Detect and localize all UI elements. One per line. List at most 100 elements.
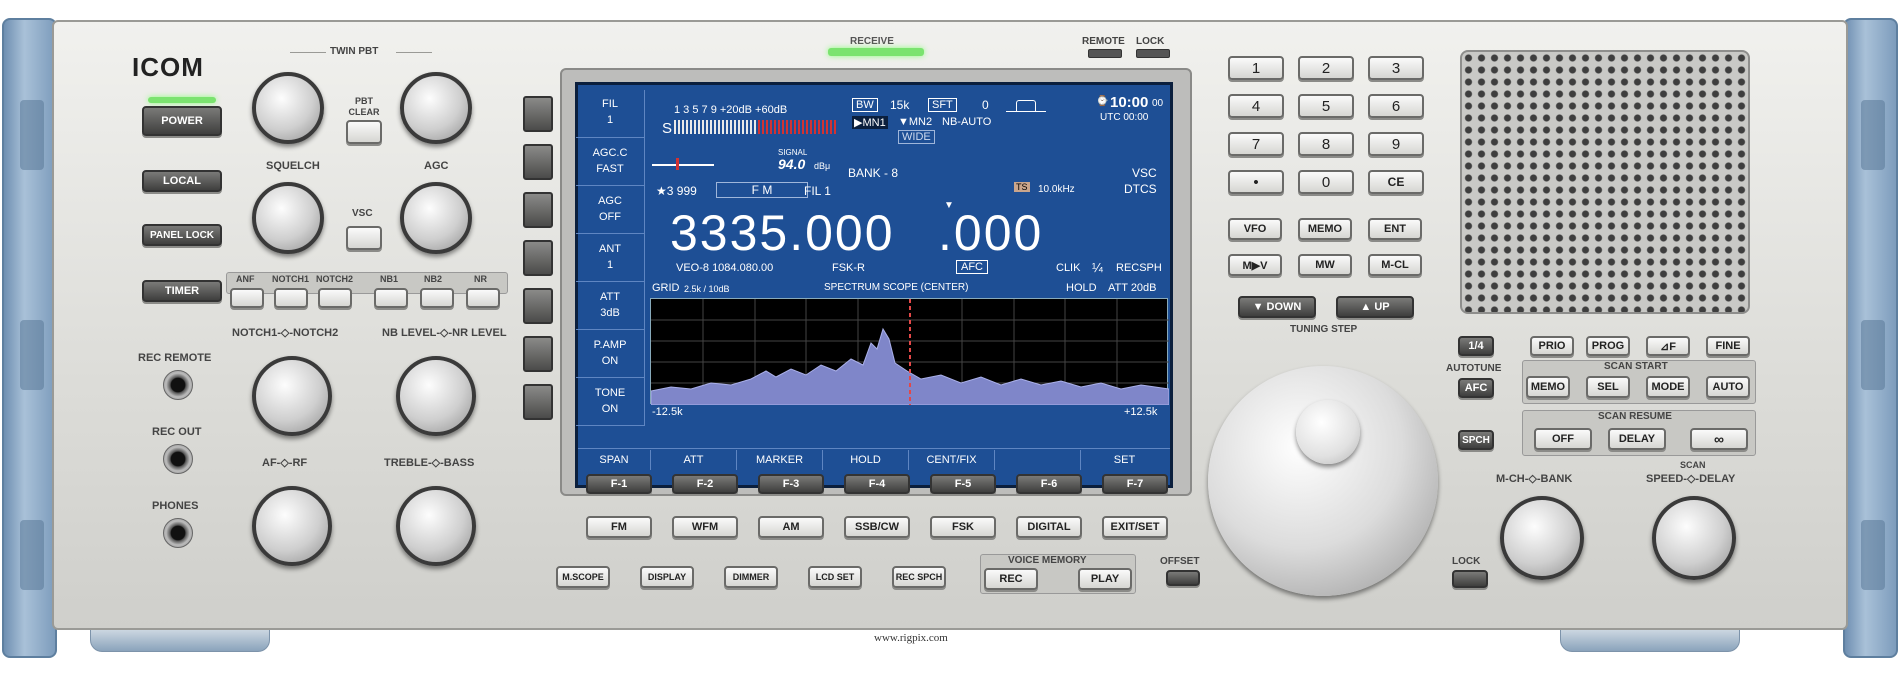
- soft-span[interactable]: SPAN: [578, 450, 650, 470]
- nb2-button[interactable]: [420, 288, 454, 308]
- spch-button[interactable]: SPCH: [1458, 430, 1494, 450]
- side-key-3[interactable]: [523, 192, 553, 228]
- squelch-knob[interactable]: [252, 182, 324, 254]
- memo-button[interactable]: MEMO: [1298, 218, 1352, 240]
- auto-button[interactable]: AUTO: [1706, 376, 1750, 398]
- menu-tone[interactable]: TONE ON: [576, 379, 644, 426]
- m-to-v-button[interactable]: M▶V: [1228, 254, 1282, 276]
- f1-button[interactable]: F-1: [586, 474, 652, 494]
- m-cl-button[interactable]: M-CL: [1368, 254, 1422, 276]
- lcd-set-button[interactable]: LCD SET: [808, 566, 862, 588]
- side-key-1[interactable]: [523, 96, 553, 132]
- side-key-4[interactable]: [523, 240, 553, 276]
- offset-button[interactable]: [1166, 570, 1200, 586]
- nr-button[interactable]: [466, 288, 500, 308]
- mch-bank-knob[interactable]: [1500, 496, 1584, 580]
- anf-button[interactable]: [230, 288, 264, 308]
- phones-jack[interactable]: [163, 518, 193, 548]
- spectrum-scope[interactable]: [650, 298, 1170, 406]
- rec-out-jack[interactable]: [163, 444, 193, 474]
- side-key-5[interactable]: [523, 288, 553, 324]
- f3-button[interactable]: F-3: [758, 474, 824, 494]
- f5-button[interactable]: F-5: [930, 474, 996, 494]
- wfm-button[interactable]: WFM: [672, 516, 738, 538]
- up-button[interactable]: ▲ UP: [1336, 296, 1414, 318]
- rec-spch-button[interactable]: REC SPCH: [892, 566, 946, 588]
- nb1-button[interactable]: [374, 288, 408, 308]
- soft-hold[interactable]: HOLD: [822, 450, 908, 470]
- voice-rec-button[interactable]: REC: [984, 568, 1038, 590]
- lock-button[interactable]: [1452, 570, 1488, 588]
- side-key-7[interactable]: [523, 384, 553, 420]
- key-3[interactable]: 3: [1368, 56, 1424, 80]
- treble-bass-knob[interactable]: [396, 486, 476, 566]
- pbt-clear-button[interactable]: [346, 120, 382, 144]
- mw-button[interactable]: MW: [1298, 254, 1352, 276]
- rec-remote-jack[interactable]: [163, 370, 193, 400]
- sel-button[interactable]: SEL: [1586, 376, 1630, 398]
- exit-set-button[interactable]: EXIT/SET: [1102, 516, 1168, 538]
- vsc-button[interactable]: [346, 226, 382, 250]
- soft-att[interactable]: ATT: [650, 450, 736, 470]
- fine-button[interactable]: FINE: [1706, 336, 1750, 356]
- key-7[interactable]: 7: [1228, 132, 1284, 156]
- scan-mode-button[interactable]: MODE: [1646, 376, 1690, 398]
- key-4[interactable]: 4: [1228, 94, 1284, 118]
- key-9[interactable]: 9: [1368, 132, 1424, 156]
- vfo-button[interactable]: VFO: [1228, 218, 1282, 240]
- fsk-button[interactable]: FSK: [930, 516, 996, 538]
- notch2-button[interactable]: [318, 288, 352, 308]
- digital-button[interactable]: DIGITAL: [1016, 516, 1082, 538]
- f6-button[interactable]: F-6: [1016, 474, 1082, 494]
- ssb-cw-button[interactable]: SSB/CW: [844, 516, 910, 538]
- quarter-button[interactable]: 1/4: [1458, 336, 1494, 356]
- power-button[interactable]: POWER: [142, 106, 222, 136]
- prio-button[interactable]: PRIO: [1530, 336, 1574, 356]
- twin-pbt-outer-knob[interactable]: [400, 72, 472, 144]
- m-scope-button[interactable]: M.SCOPE: [556, 566, 610, 588]
- notch1-button[interactable]: [274, 288, 308, 308]
- nb-nr-level-knob[interactable]: [396, 356, 476, 436]
- dimmer-button[interactable]: DIMMER: [724, 566, 778, 588]
- speed-delay-knob[interactable]: [1652, 496, 1736, 580]
- panel-lock-button[interactable]: PANEL LOCK: [142, 224, 222, 246]
- am-button[interactable]: AM: [758, 516, 824, 538]
- resume-off-button[interactable]: OFF: [1534, 428, 1592, 450]
- soft-marker[interactable]: MARKER: [736, 450, 822, 470]
- af-rf-knob[interactable]: [252, 486, 332, 566]
- resume-delay-button[interactable]: DELAY: [1608, 428, 1666, 450]
- soft-set[interactable]: SET: [1080, 450, 1168, 470]
- side-key-2[interactable]: [523, 144, 553, 180]
- prog-button[interactable]: PROG: [1586, 336, 1630, 356]
- scan-memo-button[interactable]: MEMO: [1526, 376, 1570, 398]
- menu-fil[interactable]: FIL 1: [576, 90, 644, 138]
- f2-button[interactable]: F-2: [672, 474, 738, 494]
- menu-att[interactable]: ATT 3dB: [576, 283, 644, 330]
- f7-button[interactable]: F-7: [1102, 474, 1168, 494]
- timer-button[interactable]: TIMER: [142, 280, 222, 302]
- ent-button[interactable]: ENT: [1368, 218, 1422, 240]
- key-5[interactable]: 5: [1298, 94, 1354, 118]
- key-1[interactable]: 1: [1228, 56, 1284, 80]
- afc-button[interactable]: AFC: [1458, 378, 1494, 398]
- menu-agc-c[interactable]: AGC.C FAST: [576, 139, 644, 186]
- resume-infinity-button[interactable]: ∞: [1690, 428, 1748, 450]
- down-button[interactable]: ▼ DOWN: [1238, 296, 1316, 318]
- soft-cent-fix[interactable]: CENT/FIX: [908, 450, 994, 470]
- display-button[interactable]: DISPLAY: [640, 566, 694, 588]
- delta-f-button[interactable]: ⊿F: [1646, 336, 1690, 356]
- key-2[interactable]: 2: [1298, 56, 1354, 80]
- twin-pbt-inner-knob[interactable]: [252, 72, 324, 144]
- menu-ant[interactable]: ANT 1: [576, 235, 644, 282]
- menu-agc[interactable]: AGC OFF: [576, 187, 644, 234]
- soft-blank[interactable]: [994, 450, 1080, 470]
- f4-button[interactable]: F-4: [844, 474, 910, 494]
- key-6[interactable]: 6: [1368, 94, 1424, 118]
- agc-knob[interactable]: [400, 182, 472, 254]
- key-dot[interactable]: •: [1228, 170, 1284, 194]
- key-ce[interactable]: CE: [1368, 170, 1424, 194]
- fm-button[interactable]: FM: [586, 516, 652, 538]
- key-0[interactable]: 0: [1298, 170, 1354, 194]
- local-button[interactable]: LOCAL: [142, 170, 222, 192]
- key-8[interactable]: 8: [1298, 132, 1354, 156]
